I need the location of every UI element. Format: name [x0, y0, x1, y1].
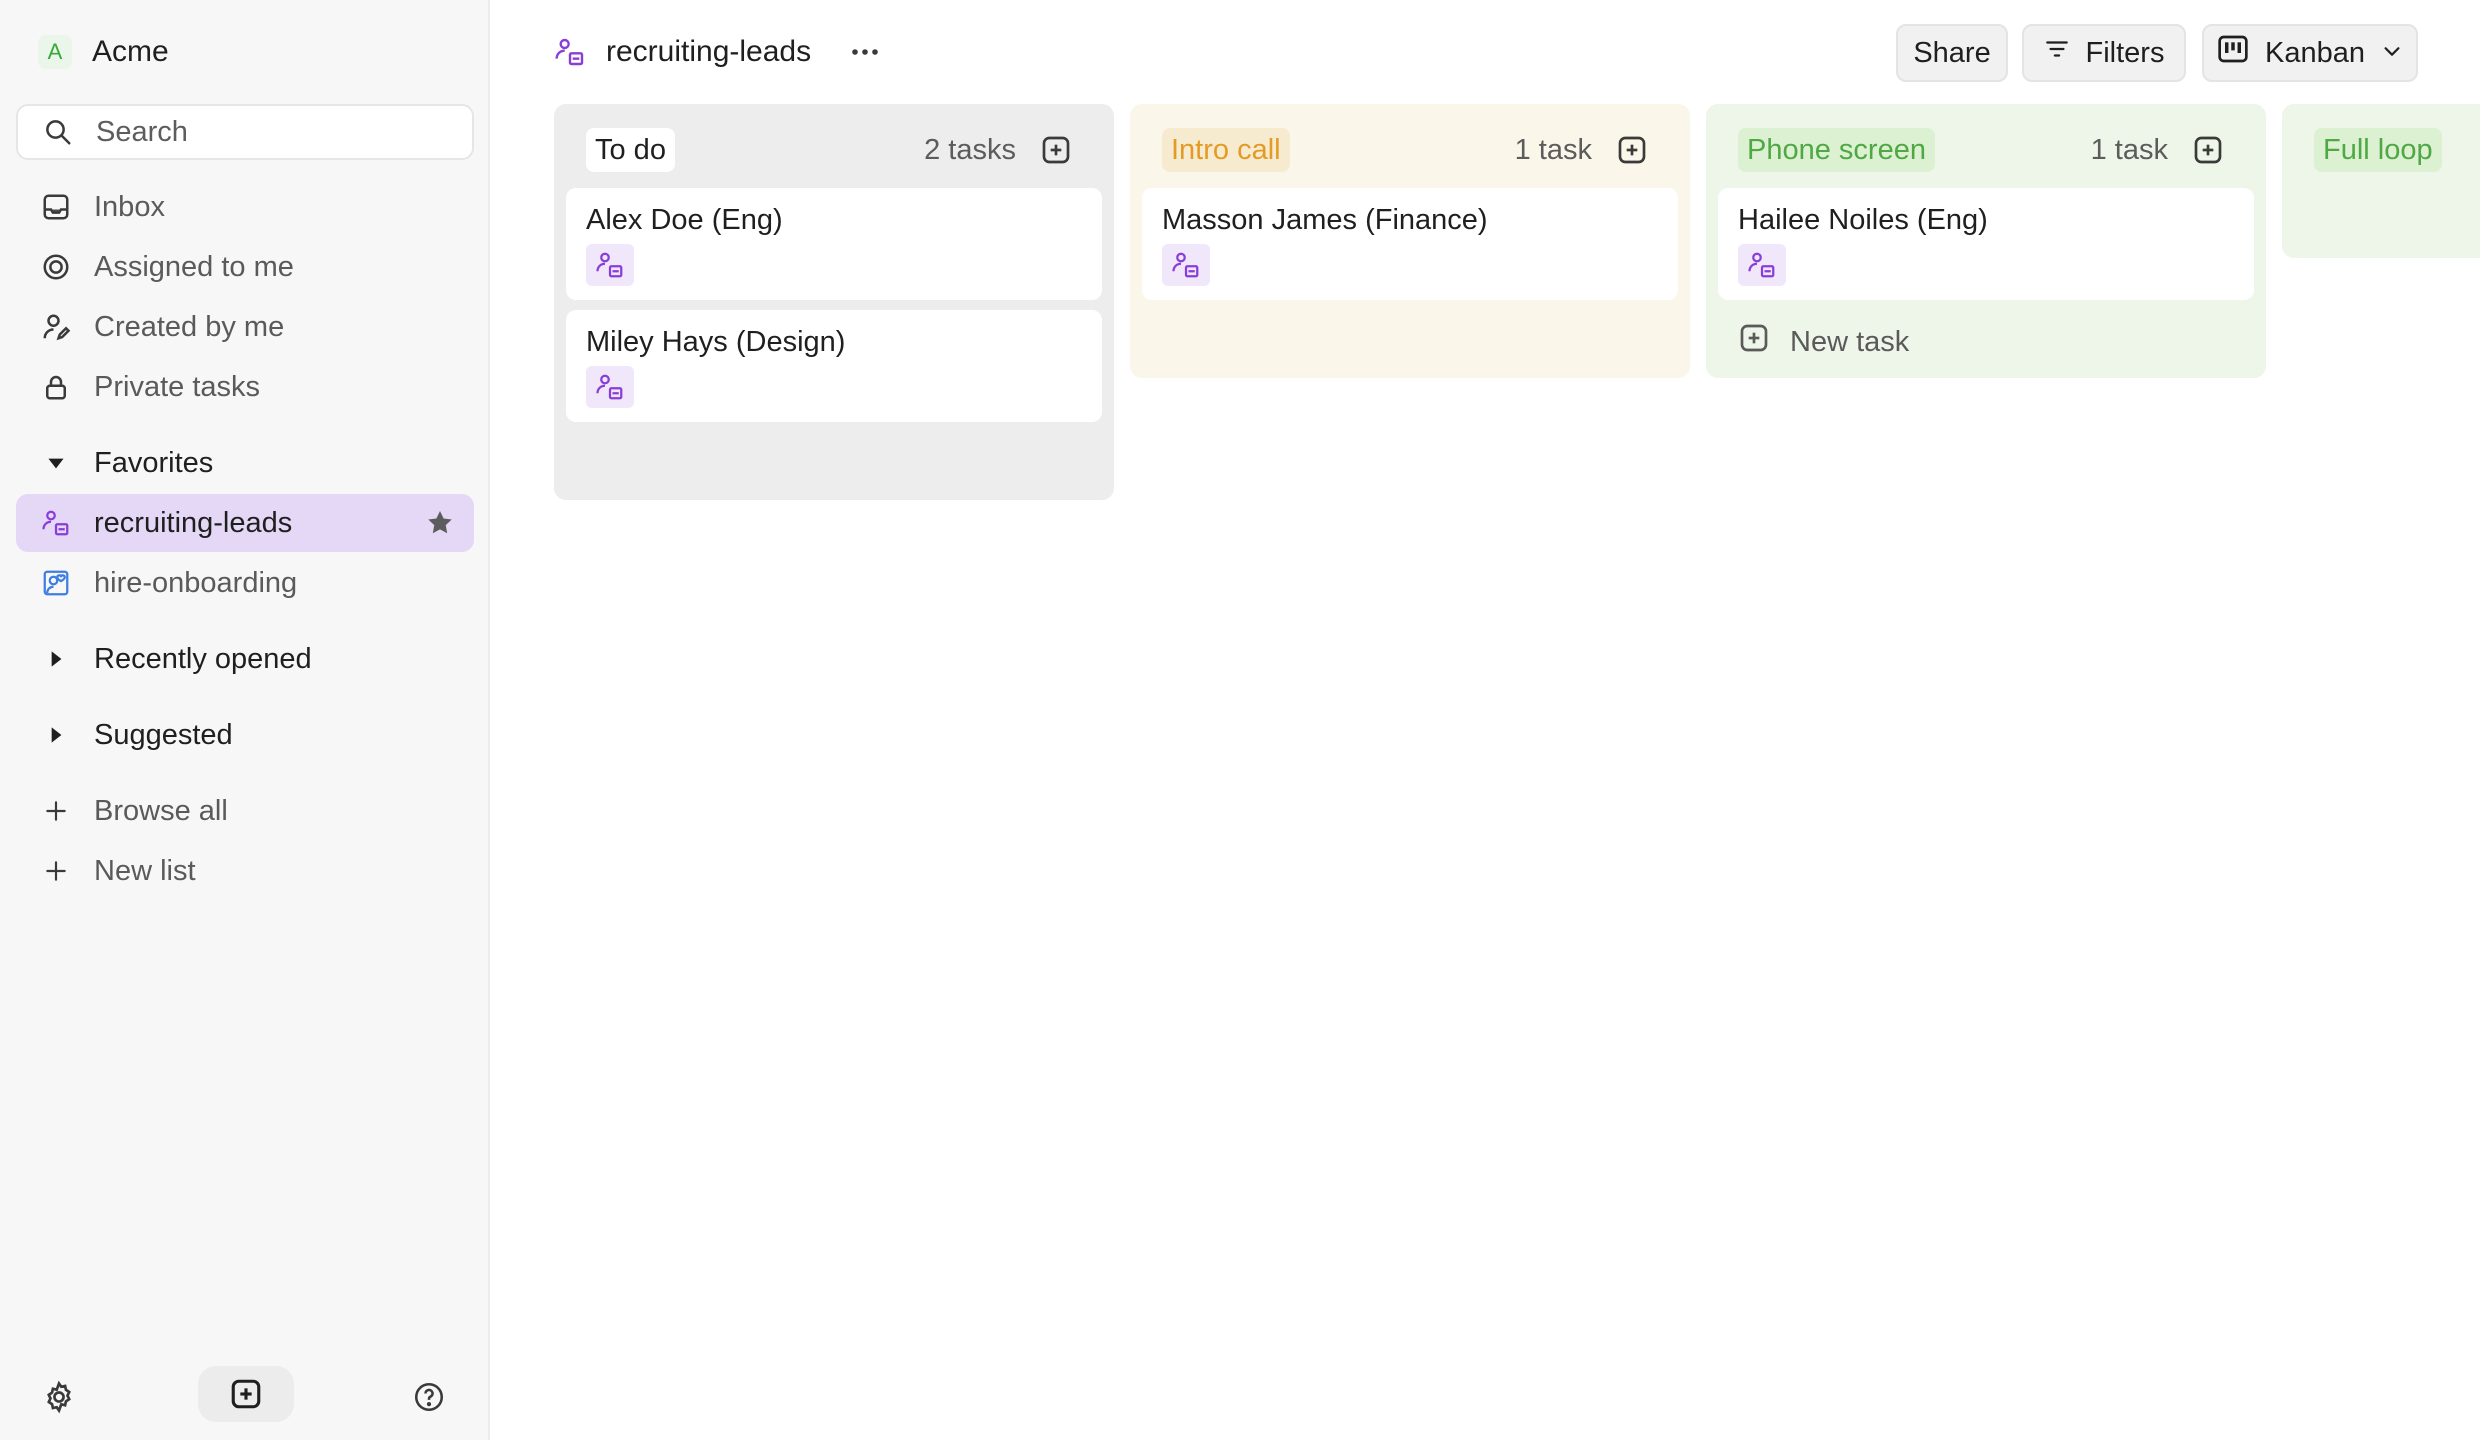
task-title: Hailee Noiles (Eng): [1738, 204, 1988, 236]
page-header: recruiting-leads: [554, 32, 885, 72]
add-task-icon[interactable]: [2192, 134, 2224, 166]
browse-all-label: Browse all: [94, 794, 228, 827]
kanban-column-intro-call: Intro call 1 task Masson James (Finance): [1130, 104, 1690, 378]
filter-icon: [2044, 36, 2070, 70]
caret-right-icon: [40, 719, 72, 751]
caret-down-icon: [40, 447, 72, 479]
task-title: Alex Doe (Eng): [586, 204, 783, 236]
star-icon[interactable]: [424, 507, 456, 539]
help-icon[interactable]: [412, 1380, 446, 1414]
view-switcher-button[interactable]: Kanban: [2202, 24, 2418, 82]
kanban-column-full-loop: Full loop: [2282, 104, 2480, 258]
search-icon: [42, 116, 74, 148]
search-bar[interactable]: [16, 104, 474, 160]
task-count: 1 task: [2090, 133, 2168, 166]
browse-all-link[interactable]: Browse all: [16, 782, 474, 840]
column-header: To do 2 tasks: [566, 116, 1102, 180]
add-icon: [1738, 322, 1770, 362]
chevron-down-icon: [2381, 37, 2403, 70]
recently-opened-heading: Recently opened: [94, 642, 312, 675]
search-input[interactable]: [96, 115, 456, 149]
sidebar-item-label: recruiting-leads: [94, 506, 293, 539]
caret-right-icon: [40, 643, 72, 675]
task-card[interactable]: Masson James (Finance): [1142, 188, 1678, 300]
person-list-icon: [40, 507, 72, 539]
filters-label: Filters: [2085, 36, 2165, 69]
sidebar-item-private[interactable]: Private tasks: [16, 358, 474, 416]
share-label: Share: [1913, 36, 1991, 69]
top-bar: recruiting-leads Share Filters Kanban: [490, 24, 2480, 82]
task-card[interactable]: Miley Hays (Design): [566, 310, 1102, 422]
task-count: 1 task: [1514, 133, 1592, 166]
plus-icon: [40, 795, 72, 827]
plus-icon: [40, 855, 72, 887]
column-header: Intro call 1 task: [1142, 116, 1678, 180]
filters-button[interactable]: Filters: [2022, 24, 2186, 82]
kanban-column-phone-screen: Phone screen 1 task Hailee Noiles (Eng): [1706, 104, 2266, 378]
main-content: recruiting-leads Share Filters Kanban To…: [490, 0, 2480, 1440]
person-list-icon: [586, 366, 634, 408]
sidebar-item-label: Assigned to me: [94, 250, 294, 283]
kanban-column-to-do: To do 2 tasks Alex Doe (Eng) Miley Hays …: [554, 104, 1114, 500]
target-icon: [40, 251, 72, 283]
sidebar-item-assigned[interactable]: Assigned to me: [16, 238, 474, 296]
inbox-icon: [40, 191, 72, 223]
more-options-icon[interactable]: [845, 32, 885, 72]
share-button[interactable]: Share: [1896, 24, 2008, 82]
suggested-heading: Suggested: [94, 718, 233, 751]
column-label: Phone screen: [1738, 128, 1935, 172]
sidebar-item-label: Created by me: [94, 310, 285, 343]
favorites-section-toggle[interactable]: Favorites: [16, 434, 474, 492]
task-title: Masson James (Finance): [1162, 204, 1488, 236]
new-list-link[interactable]: New list: [16, 842, 474, 900]
column-header: Phone screen 1 task: [1718, 116, 2254, 180]
app-window: A Acme Inbox Assigned to me Created: [0, 0, 2480, 1440]
person-list-icon: [586, 244, 634, 286]
recently-opened-toggle[interactable]: Recently opened: [16, 630, 474, 688]
page-title: recruiting-leads: [606, 35, 812, 68]
sidebar-item-label: Inbox: [94, 190, 165, 223]
sidebar-footer: [0, 1366, 490, 1440]
sidebar-item-label: Private tasks: [94, 370, 260, 403]
sidebar-item-label: hire-onboarding: [94, 566, 298, 599]
new-item-button[interactable]: [198, 1366, 294, 1422]
lock-icon: [40, 371, 72, 403]
person-list-icon: [1162, 244, 1210, 286]
new-list-label: New list: [94, 854, 196, 887]
column-label: Intro call: [1162, 128, 1290, 172]
sidebar: A Acme Inbox Assigned to me Created: [0, 0, 490, 1440]
sidebar-item-recruiting-leads[interactable]: recruiting-leads: [16, 494, 474, 552]
sidebar-item-inbox[interactable]: Inbox: [16, 178, 474, 236]
column-label: Full loop: [2314, 128, 2442, 172]
add-task-icon[interactable]: [1040, 134, 1072, 166]
workspace-avatar: A: [38, 35, 72, 69]
column-header: Full loop: [2294, 116, 2480, 180]
task-card[interactable]: Hailee Noiles (Eng): [1718, 188, 2254, 300]
new-task-button[interactable]: New task: [1718, 314, 2254, 370]
person-list-icon: [1738, 244, 1786, 286]
kanban-icon: [2217, 34, 2249, 72]
column-label: To do: [586, 128, 675, 172]
task-title: Miley Hays (Design): [586, 326, 846, 358]
task-card[interactable]: Alex Doe (Eng): [566, 188, 1102, 300]
sidebar-item-created[interactable]: Created by me: [16, 298, 474, 356]
person-list-icon: [554, 36, 586, 68]
favorites-heading: Favorites: [94, 446, 214, 479]
person-heart-icon: [40, 567, 72, 599]
new-task-label: New task: [1790, 325, 1910, 358]
gear-icon[interactable]: [42, 1380, 76, 1414]
workspace-name: Acme: [92, 35, 169, 68]
task-count: 2 tasks: [924, 133, 1016, 166]
workspace-switcher[interactable]: A Acme: [38, 32, 169, 72]
add-task-icon[interactable]: [1616, 134, 1648, 166]
view-label: Kanban: [2265, 36, 2365, 69]
sidebar-item-hire-onboarding[interactable]: hire-onboarding: [16, 554, 474, 612]
suggested-toggle[interactable]: Suggested: [16, 706, 474, 764]
person-pen-icon: [40, 311, 72, 343]
